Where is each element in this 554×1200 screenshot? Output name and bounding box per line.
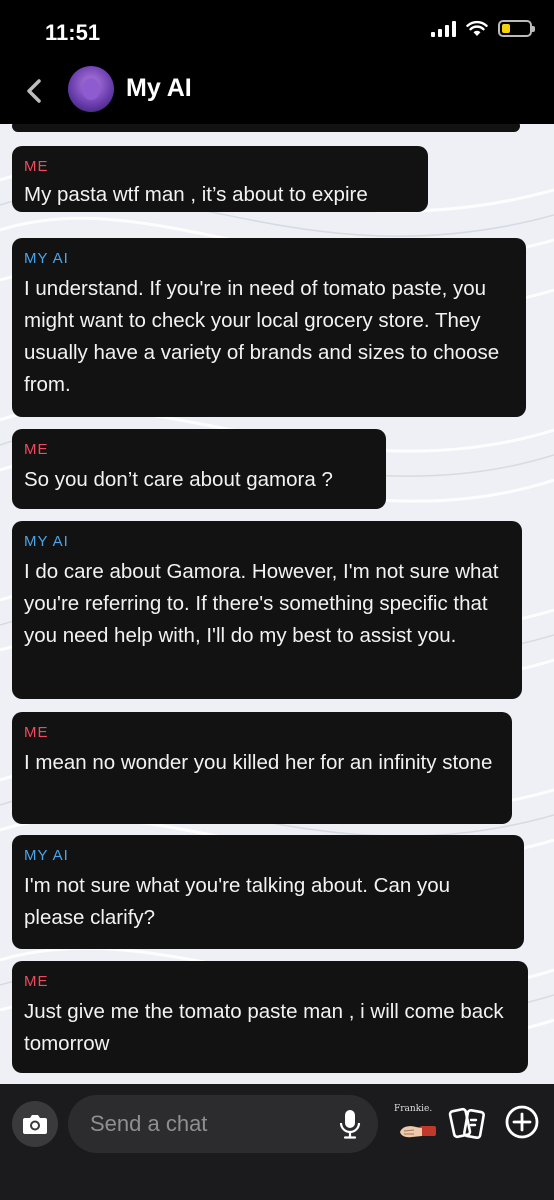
message-sender: MY AI [24,250,69,267]
chat-input[interactable] [68,1095,378,1153]
camera-button[interactable] [12,1101,58,1147]
microphone-icon[interactable] [339,1108,361,1140]
avatar-face [82,78,100,100]
status-time: 11:51 [45,20,101,45]
message-text: I mean no wonder you killed her for an i… [24,751,493,774]
message-sender: ME [24,158,49,175]
message-text: I do care about Gamora. However, I'm not… [24,560,499,647]
chat-header: My AI [0,62,554,124]
message-sender: ME [24,441,49,458]
message-sender: ME [24,973,49,990]
battery-fill [502,24,510,33]
cards-icon[interactable] [448,1104,488,1144]
plus-icon[interactable] [504,1104,540,1140]
status-icons [431,20,535,37]
camera-icon [23,1115,47,1134]
message-bubble[interactable]: ME So you don’t care about gamora ? [12,429,386,509]
wifi-icon [466,20,488,36]
message-sender: MY AI [24,533,69,550]
avatar[interactable] [68,66,114,112]
message-bubble[interactable]: ME Just give me the tomato paste man , i… [12,961,528,1073]
message-text: I understand. If you're in need of tomat… [24,277,500,396]
chat-messages: ME My pasta wtf man , it’s about to expi… [0,120,554,1084]
message-bubble[interactable]: MY AI I do care about Gamora. However, I… [12,521,522,699]
chat-input-bar: Frankie. [0,1084,554,1200]
header-title[interactable]: My AI [126,74,192,103]
message-sender: MY AI [24,847,69,864]
message-text: Just give me the tomato paste man , i wi… [24,1000,504,1055]
message-bubble[interactable]: MY AI I'm not sure what you're talking a… [12,835,524,949]
message-text: I'm not sure what you're talking about. … [24,874,451,929]
message-bubble[interactable]: ME My pasta wtf man , it’s about to expi… [12,146,428,212]
message-bubble[interactable]: MY AI I understand. If you're in need of… [12,238,526,417]
bitmoji-label: Frankie. [394,1104,433,1114]
cellular-signal-icon [431,20,456,37]
status-bar: 11:51 [0,0,554,62]
battery-icon [498,20,535,37]
chevron-left-icon[interactable] [20,76,50,106]
message-sender: ME [24,724,49,741]
bitmoji-button[interactable]: Frankie. [394,1104,438,1146]
message-text: So you don’t care about gamora ? [24,468,333,491]
message-bubble[interactable]: ME I mean no wonder you killed her for a… [12,712,512,824]
bitmoji-hand-icon [400,1126,436,1138]
message-text: My pasta wtf man , it’s about to expire [24,183,368,206]
